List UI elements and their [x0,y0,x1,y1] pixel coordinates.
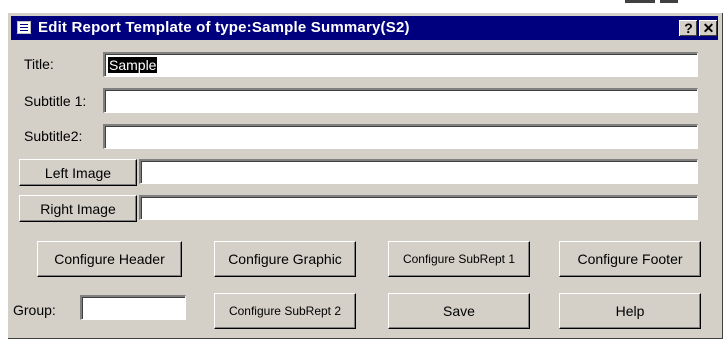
title-input-value: Sample [108,57,158,73]
group-label: Group: [13,302,56,318]
edit-report-template-dialog: Edit Report Template of type:Sample Summ… [7,12,723,339]
subtitle2-label: Subtitle2: [24,128,83,144]
background-edge [625,0,655,3]
subtitle1-input[interactable] [103,88,698,113]
window-title: Edit Report Template of type:Sample Summ… [38,19,410,36]
configure-subrept2-button[interactable]: Configure SubRept 2 [214,293,356,329]
configure-footer-button[interactable]: Configure Footer [559,241,701,277]
subtitle2-input[interactable] [103,124,698,149]
help-caption-button[interactable]: ? [679,20,697,36]
background-strip [0,0,724,10]
left-image-button[interactable]: Left Image [19,159,137,186]
title-input[interactable]: Sample [103,52,698,77]
save-button[interactable]: Save [388,293,530,329]
close-icon[interactable]: ✕ [699,20,717,36]
form-icon[interactable] [17,21,31,34]
help-button[interactable]: Help [559,293,701,329]
right-image-path-input[interactable] [139,195,698,220]
left-image-path-input[interactable] [139,159,698,184]
configure-subrept1-button[interactable]: Configure SubRept 1 [388,241,530,277]
title-bar[interactable]: Edit Report Template of type:Sample Summ… [11,16,718,40]
subtitle1-label: Subtitle 1: [24,93,87,109]
configure-header-button[interactable]: Configure Header [37,241,182,277]
configure-graphic-button[interactable]: Configure Graphic [214,241,356,277]
title-label: Title: [24,56,54,72]
right-image-button[interactable]: Right Image [19,195,137,222]
background-edge-2 [660,0,678,3]
group-input[interactable] [80,295,186,320]
